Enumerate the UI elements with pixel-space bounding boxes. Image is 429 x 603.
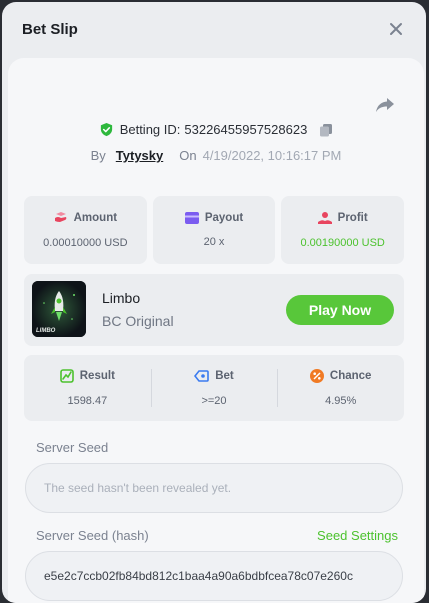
game-provider: BC Original bbox=[102, 313, 174, 329]
game-thumbnail-text: LIMBO bbox=[36, 328, 56, 334]
profit-label: Profit bbox=[337, 212, 368, 224]
bet-value: >=20 bbox=[201, 395, 227, 407]
close-button[interactable] bbox=[384, 17, 408, 41]
share-icon[interactable] bbox=[374, 94, 396, 116]
server-seed-label: Server Seed bbox=[36, 440, 109, 455]
profit-value: 0.00190000 USD bbox=[300, 237, 385, 249]
server-seed-hash-field[interactable]: e5e2c7ccb02fb84bd812c1baa4a90a6bdbfcea78… bbox=[25, 551, 403, 601]
bet-label: Bet bbox=[215, 370, 234, 382]
profit-icon bbox=[317, 212, 332, 224]
chance-label: Chance bbox=[329, 370, 372, 382]
game-info: LIMBO Limbo BC Original Play Now bbox=[24, 274, 404, 346]
play-now-button[interactable]: Play Now bbox=[286, 295, 394, 325]
server-seed-hash-label: Server Seed (hash) bbox=[36, 528, 149, 543]
result-cell: Result 1598.47 bbox=[24, 355, 151, 421]
game-thumbnail[interactable]: LIMBO bbox=[32, 281, 86, 337]
betting-id-row: Betting ID: 53226455957528623 bbox=[8, 122, 424, 137]
bet-details-card: Betting ID: 53226455957528623 By Tytysky… bbox=[8, 58, 424, 603]
amount-box: Amount 0.00010000 USD bbox=[24, 196, 147, 264]
chance-value: 4.95% bbox=[325, 395, 357, 407]
result-label: Result bbox=[79, 370, 115, 382]
bet-slip-modal: Bet Slip Betting ID: 53226455957528623 B… bbox=[2, 2, 426, 603]
modal-title: Bet Slip bbox=[22, 20, 78, 38]
chance-cell: Chance 4.95% bbox=[277, 355, 404, 421]
amount-icon bbox=[54, 212, 66, 222]
username-link[interactable]: Tytysky bbox=[116, 148, 163, 163]
amount-value: 0.00010000 USD bbox=[43, 237, 128, 249]
bet-result-stats: Result 1598.47 Bet >=20 Chance 4.95% bbox=[24, 355, 404, 421]
modal-header: Bet Slip bbox=[2, 2, 426, 56]
result-value: 1598.47 bbox=[67, 395, 108, 407]
close-icon bbox=[390, 23, 402, 35]
by-label: By bbox=[90, 148, 106, 163]
bettor-row: By Tytysky On 4/19/2022, 10:16:17 PM bbox=[8, 148, 424, 163]
bet-cell: Bet >=20 bbox=[150, 355, 278, 421]
betting-id-value: 53226455957528623 bbox=[184, 122, 308, 137]
percent-icon bbox=[309, 369, 324, 383]
betting-id-label: Betting ID: bbox=[119, 122, 181, 137]
payout-icon bbox=[184, 212, 199, 224]
amount-label: Amount bbox=[73, 212, 118, 224]
copy-icon[interactable] bbox=[319, 123, 333, 137]
payout-value: 20 x bbox=[203, 236, 225, 248]
bet-target-icon bbox=[194, 370, 210, 382]
result-icon bbox=[59, 369, 74, 383]
seed-settings-link[interactable]: Seed Settings bbox=[317, 528, 398, 543]
payout-box: Payout 20 x bbox=[152, 196, 276, 264]
payout-label: Payout bbox=[204, 212, 244, 224]
on-label: On bbox=[179, 148, 197, 163]
bet-summary: Amount 0.00010000 USD Payout 20 x Profit… bbox=[24, 196, 405, 264]
profit-box: Profit 0.00190000 USD bbox=[281, 196, 405, 264]
bet-datetime: 4/19/2022, 10:16:17 PM bbox=[202, 148, 342, 163]
game-name: Limbo bbox=[102, 290, 141, 306]
server-seed-field[interactable]: The seed hasn't been revealed yet. bbox=[25, 463, 403, 513]
shield-check-icon bbox=[100, 122, 112, 137]
